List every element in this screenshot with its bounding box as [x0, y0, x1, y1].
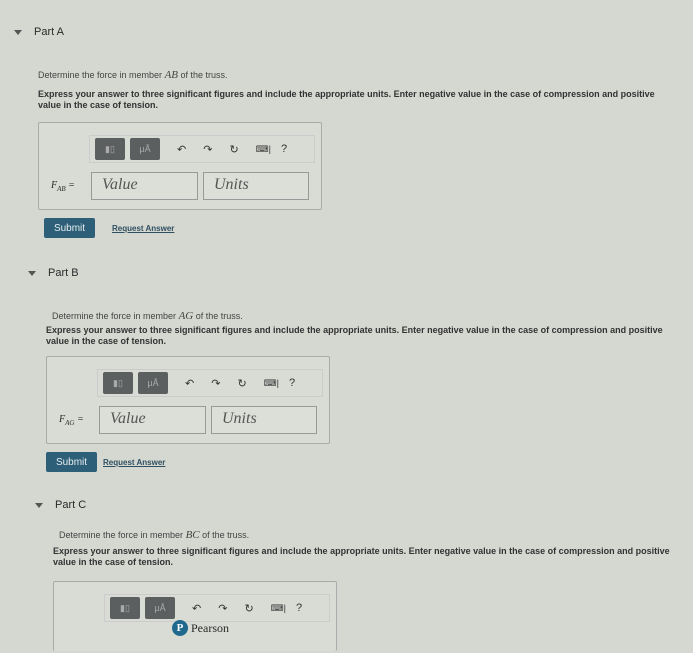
keyboard-icon[interactable]: ⌨| [264, 378, 279, 389]
undo-icon[interactable]: ↶ [192, 602, 201, 615]
keyboard-icon[interactable]: ⌨| [256, 144, 271, 155]
member-name: BC [185, 529, 200, 541]
submit-button[interactable]: Submit [44, 218, 95, 238]
pearson-logo: P Pearson [172, 620, 229, 636]
collapse-triangle-icon [14, 29, 22, 35]
collapse-triangle-icon [35, 502, 43, 508]
desc-text: of the truss. [178, 70, 228, 80]
units-icon[interactable]: μÅ [145, 597, 175, 619]
collapse-triangle-icon [28, 270, 36, 276]
variable-label: FAG = [59, 414, 84, 427]
request-answer-link[interactable]: Request Answer [103, 458, 165, 467]
reset-icon[interactable]: ↻ [244, 602, 253, 615]
desc-text: Determine the force in member [38, 70, 165, 80]
units-input[interactable]: Units [203, 172, 309, 200]
part-title: Part C [55, 499, 87, 511]
help-icon[interactable]: ? [296, 602, 302, 614]
redo-icon[interactable]: ↷ [218, 602, 227, 615]
question-text: Determine the force in member BC of the … [59, 529, 249, 541]
reset-icon[interactable]: ↻ [229, 143, 238, 156]
answer-box: ▮▯ μÅ ↶ ↷ ↻ ⌨| ? [53, 581, 337, 651]
part-toggle[interactable]: Part C [35, 499, 86, 511]
math-toolbar: ▮▯ μÅ ↶ ↷ ↻ ⌨| ? [104, 594, 330, 622]
redo-icon[interactable]: ↷ [211, 377, 220, 390]
answer-box: ▮▯ μÅ ↶ ↷ ↻ ⌨| ? FAG = Value Units [46, 356, 330, 444]
instructions: Express your answer to three significant… [46, 325, 663, 346]
answer-box: ▮▯ μÅ ↶ ↷ ↻ ⌨| ? FAB = Value Units [38, 122, 322, 210]
submit-button[interactable]: Submit [46, 452, 97, 472]
math-toolbar: ▮▯ μÅ ↶ ↷ ↻ ⌨| ? [89, 135, 315, 163]
instructions: Express your answer to three significant… [38, 89, 655, 110]
template-icon[interactable]: ▮▯ [110, 597, 140, 619]
part-toggle[interactable]: Part B [28, 267, 79, 279]
desc-text: Determine the force in member [52, 311, 179, 321]
desc-text: of the truss. [193, 311, 243, 321]
math-toolbar: ▮▯ μÅ ↶ ↷ ↻ ⌨| ? [97, 369, 323, 397]
member-name: AG [178, 310, 194, 322]
desc-text: of the truss. [199, 530, 250, 540]
redo-icon[interactable]: ↷ [203, 143, 212, 156]
value-input[interactable]: Value [91, 172, 198, 200]
template-icon[interactable]: ▮▯ [95, 138, 125, 160]
part-title: Part A [34, 26, 64, 38]
question-text: Determine the force in member AB of the … [38, 69, 228, 81]
value-input[interactable]: Value [99, 406, 206, 434]
var-sub: AG [65, 419, 75, 427]
pearson-icon: P [172, 620, 188, 636]
undo-icon[interactable]: ↶ [177, 143, 186, 156]
undo-icon[interactable]: ↶ [185, 377, 194, 390]
variable-label: FAB = [51, 180, 75, 193]
help-icon[interactable]: ? [289, 377, 295, 389]
units-icon[interactable]: μÅ [138, 372, 168, 394]
instructions: Express your answer to three significant… [53, 546, 670, 567]
part-title: Part B [48, 267, 79, 279]
reset-icon[interactable]: ↻ [237, 377, 246, 390]
units-input[interactable]: Units [211, 406, 317, 434]
template-icon[interactable]: ▮▯ [103, 372, 133, 394]
var-sub: AB [57, 185, 66, 193]
keyboard-icon[interactable]: ⌨| [271, 603, 286, 614]
brand-name: Pearson [191, 620, 229, 635]
member-name: AB [164, 69, 179, 81]
desc-text: Determine the force in member [59, 530, 186, 540]
question-text: Determine the force in member AG of the … [52, 310, 243, 322]
request-answer-link[interactable]: Request Answer [112, 224, 174, 233]
part-toggle[interactable]: Part A [14, 26, 64, 38]
units-icon[interactable]: μÅ [130, 138, 160, 160]
help-icon[interactable]: ? [281, 143, 287, 155]
